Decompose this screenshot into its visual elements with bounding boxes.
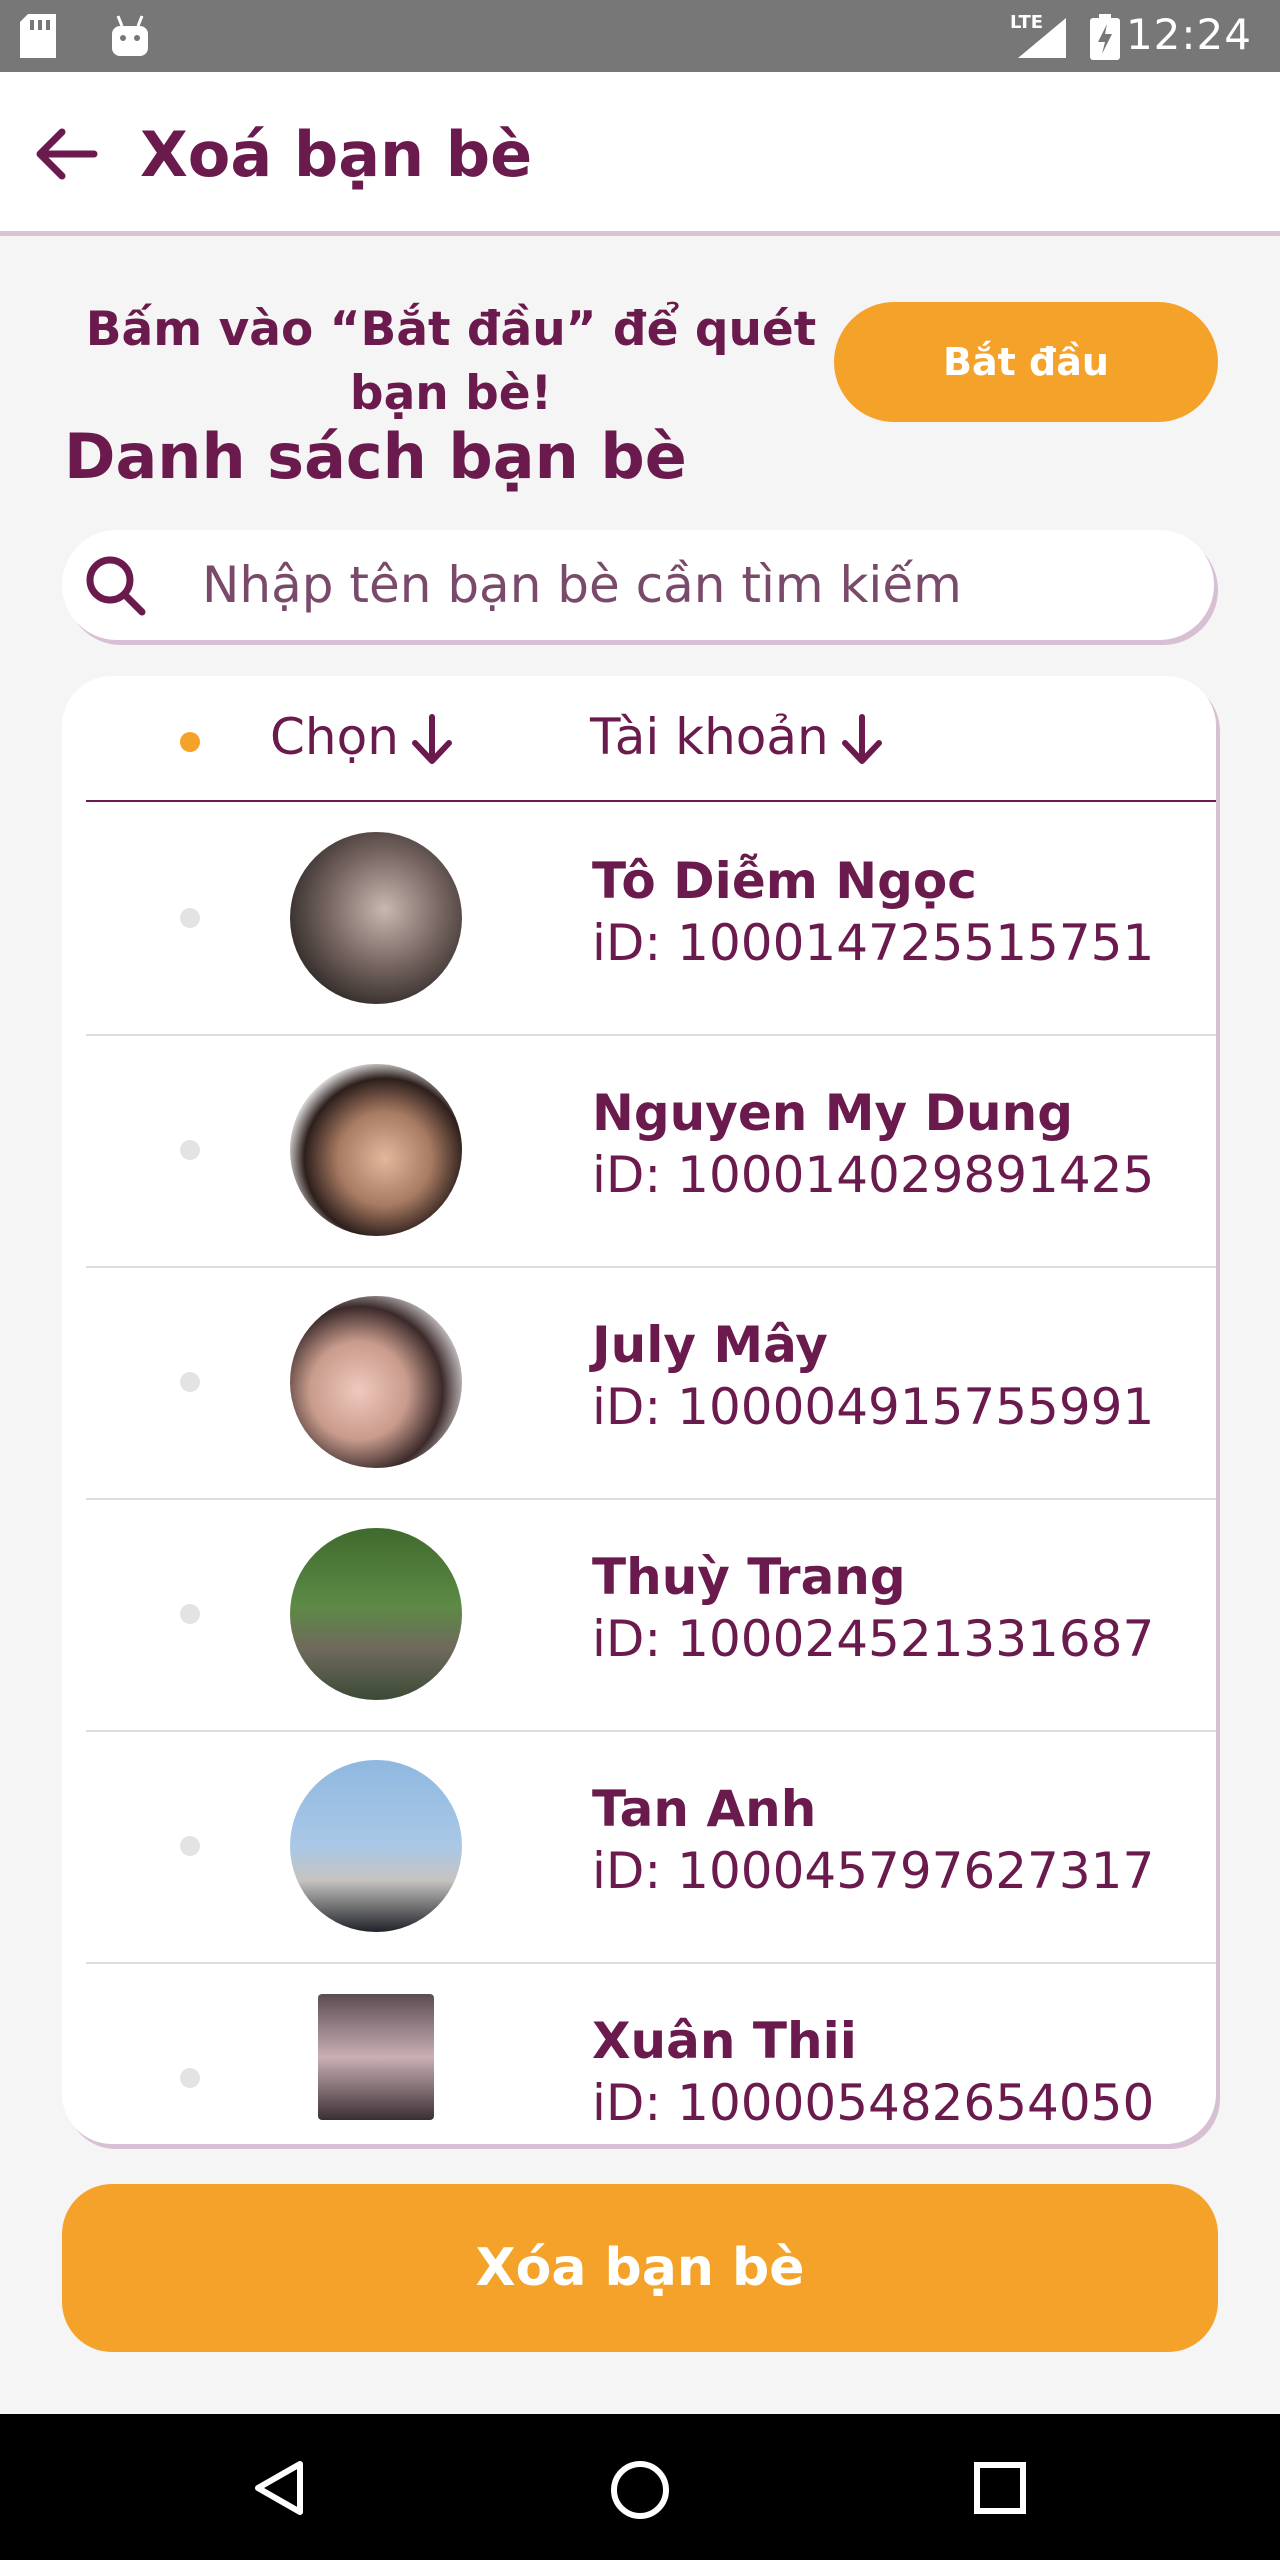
circle-home-icon[interactable] <box>608 2458 672 2522</box>
avatar <box>290 1296 462 1468</box>
sort-choose[interactable]: Chọn <box>270 708 457 769</box>
friend-name: Tan Anh <box>592 1780 817 1838</box>
back-button[interactable] <box>28 114 108 194</box>
page-title: Xoá bạn bè <box>140 118 533 191</box>
avatar <box>318 1994 434 2120</box>
delete-friends-button[interactable]: Xóa bạn bè <box>62 2184 1218 2352</box>
select-radio[interactable] <box>180 1140 200 1160</box>
list-item[interactable]: July Mây iD: 100004915755991 <box>86 1266 1216 1500</box>
search-input[interactable] <box>202 544 1182 626</box>
list-item[interactable]: Thuỳ Trang iD: 100024521331687 <box>86 1498 1216 1732</box>
arrow-down-icon <box>841 713 882 764</box>
select-radio[interactable] <box>180 2068 200 2088</box>
select-all-radio[interactable] <box>180 732 200 752</box>
scan-hint: Bấm vào “Bắt đầu” để quét bạn bè! <box>85 302 817 421</box>
friend-name: Thuỳ Trang <box>592 1548 906 1606</box>
friend-id: iD: 100005482654050 <box>592 2074 1155 2132</box>
list-item[interactable]: Tan Anh iD: 100045797627317 <box>86 1730 1216 1964</box>
select-radio[interactable] <box>180 1604 200 1624</box>
friend-id: iD: 100014725515751 <box>592 914 1155 972</box>
list-item[interactable]: Tô Diễm Ngọc iD: 100014725515751 <box>86 802 1216 1036</box>
choose-header-label: Chọn <box>270 708 399 766</box>
arrow-down-icon <box>411 713 452 764</box>
friend-name: Tô Diễm Ngọc <box>592 852 977 910</box>
avatar <box>290 1760 462 1932</box>
list-header: Chọn Tài khoản <box>86 676 1216 802</box>
friend-list-heading: Danh sách bạn bè <box>64 420 687 493</box>
friend-name: July Mây <box>592 1316 828 1374</box>
select-radio[interactable] <box>180 908 200 928</box>
signal-icon <box>1018 18 1066 58</box>
start-button[interactable]: Bắt đầu <box>834 302 1218 422</box>
friend-id: iD: 100024521331687 <box>592 1610 1155 1668</box>
arrow-left-icon <box>36 128 98 180</box>
avatar <box>290 1528 462 1700</box>
status-bar: LTE 12:24 <box>0 0 1280 72</box>
search-icon[interactable] <box>82 552 148 618</box>
list-item[interactable]: Nguyen My Dung iD: 100014029891425 <box>86 1034 1216 1268</box>
square-recents-icon[interactable] <box>972 2460 1028 2516</box>
sd-card-icon <box>20 14 56 58</box>
list-item[interactable]: Xuân Thii iD: 100005482654050 <box>86 1962 1216 2144</box>
friend-id: iD: 100014029891425 <box>592 1146 1155 1204</box>
app-bar: Xoá bạn bè <box>0 72 1280 236</box>
avatar <box>290 832 462 1004</box>
sort-account[interactable]: Tài khoản <box>590 708 887 769</box>
friend-list: Chọn Tài khoản Tô Diễm Ngọc iD: 10001472… <box>62 676 1216 2144</box>
battery-charging-icon <box>1090 14 1120 60</box>
search-bar <box>62 530 1214 640</box>
friend-id: iD: 100004915755991 <box>592 1378 1155 1436</box>
navigation-bar <box>0 2414 1280 2560</box>
android-icon <box>112 15 148 56</box>
friend-id: iD: 100045797627317 <box>592 1842 1155 1900</box>
friend-name: Nguyen My Dung <box>592 1084 1073 1142</box>
select-radio[interactable] <box>180 1372 200 1392</box>
triangle-back-icon[interactable] <box>250 2458 308 2518</box>
friend-name: Xuân Thii <box>592 2012 857 2070</box>
account-header-label: Tài khoản <box>590 708 829 766</box>
avatar <box>290 1064 462 1236</box>
status-time: 12:24 <box>1125 10 1252 59</box>
select-radio[interactable] <box>180 1836 200 1856</box>
